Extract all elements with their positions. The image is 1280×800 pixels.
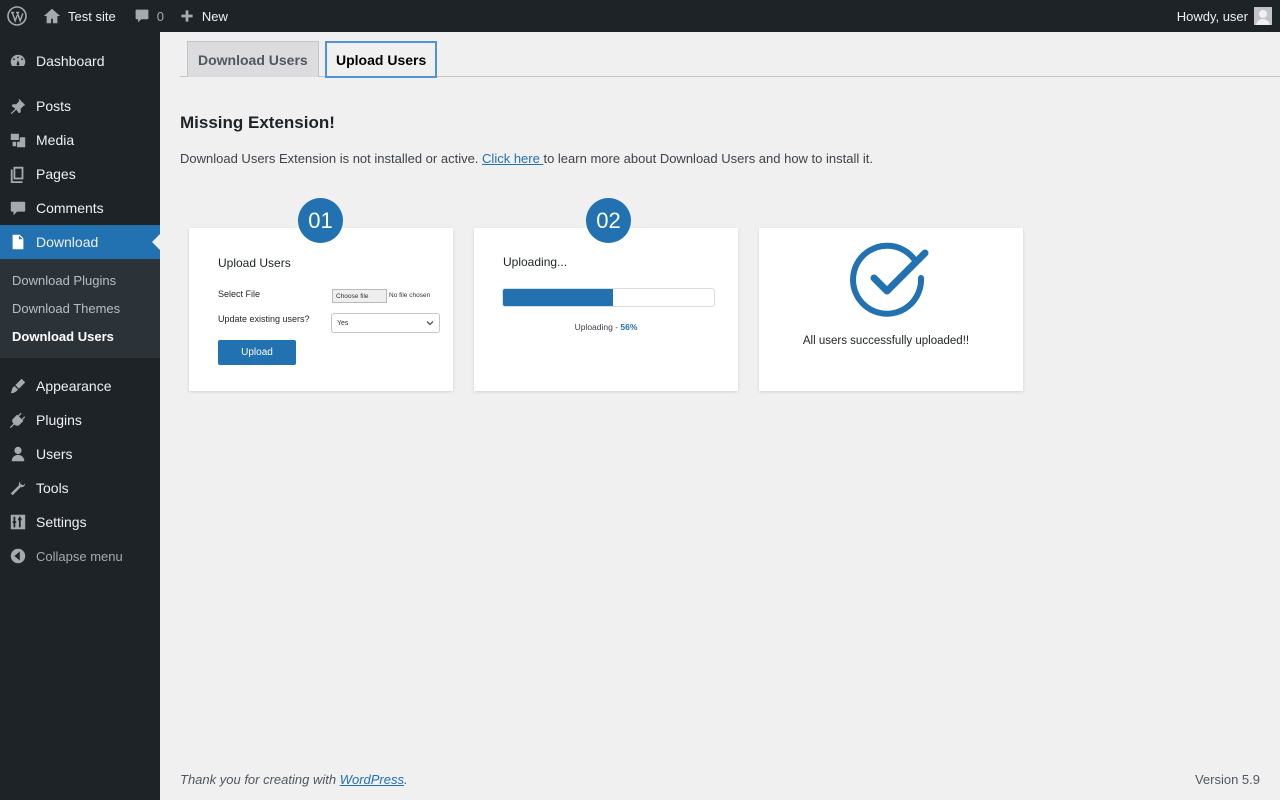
tab-download-users[interactable]: Download Users — [187, 41, 319, 77]
checkmark-circle-icon — [850, 242, 929, 317]
home-icon — [43, 8, 61, 24]
comments-link[interactable]: 0 — [124, 0, 172, 32]
avatar — [1254, 7, 1272, 25]
success-message: All users successfully uploaded!! — [802, 335, 970, 347]
menu-label: Posts — [36, 98, 72, 114]
menu-item-comments[interactable]: Comments — [0, 191, 160, 225]
click-here-link[interactable]: Click here — [482, 151, 543, 166]
notice-text-after: to learn more about Download Users and h… — [543, 151, 873, 166]
plug-icon — [0, 411, 36, 429]
step-card-success: All users successfully uploaded!! — [759, 228, 1023, 391]
tab-upload-users[interactable]: Upload Users — [325, 41, 438, 78]
menu-label: Media — [36, 132, 75, 148]
new-content-link[interactable]: New — [172, 0, 236, 32]
howdy-text: Howdy, user — [1176, 8, 1248, 24]
submenu-download-users[interactable]: Download Users — [0, 322, 160, 350]
menu-label: Users — [36, 446, 73, 462]
submenu-download-plugins[interactable]: Download Plugins — [0, 266, 160, 294]
collapse-label: Collapse menu — [36, 548, 123, 564]
progress-label: Uploading - — [574, 322, 621, 332]
main-content: Download Users Upload Users Missing Exte… — [160, 32, 1280, 800]
menu-label: Dashboard — [36, 53, 105, 69]
menu-label: Download — [36, 234, 99, 250]
site-name: Test site — [68, 8, 116, 24]
menu-label: Appearance — [36, 378, 112, 394]
select-value: Yes — [337, 319, 349, 327]
media-icon — [0, 131, 36, 149]
page-heading: Missing Extension! — [180, 113, 335, 132]
progress-bar-fill — [503, 289, 613, 306]
plus-icon — [181, 10, 193, 22]
menu-label: Tools — [36, 480, 69, 496]
step-badge-01: 01 — [298, 198, 343, 243]
update-existing-label: Update existing users? — [218, 314, 310, 324]
menu-label: Settings — [36, 514, 87, 530]
new-label: New — [201, 8, 228, 24]
comments-count: 0 — [156, 8, 164, 24]
pages-icon — [0, 165, 36, 183]
settings-icon — [0, 513, 36, 531]
footer-version: Version 5.9 — [1194, 772, 1260, 787]
dashboard-icon — [0, 52, 36, 70]
progress-text: Uploading - 56% — [474, 322, 738, 332]
user-icon — [0, 445, 36, 463]
notice-text: Download Users Extension is not installe… — [180, 151, 483, 166]
extension-notice: Download Users Extension is not installe… — [180, 151, 873, 166]
wrench-icon — [0, 479, 36, 497]
menu-item-settings[interactable]: Settings — [0, 505, 160, 539]
brush-icon — [0, 377, 36, 395]
download-icon — [0, 233, 36, 251]
progress-value: 56% — [620, 322, 638, 332]
comment-bubble-icon — [135, 9, 149, 23]
menu-item-tools[interactable]: Tools — [0, 471, 160, 505]
pin-icon — [0, 97, 36, 115]
footer-period: . — [404, 772, 408, 787]
menu-item-download[interactable]: Download — [0, 225, 160, 259]
menu-item-dashboard[interactable]: Dashboard — [0, 44, 160, 78]
my-account-link[interactable]: Howdy, user — [1169, 0, 1280, 32]
chevron-down-icon — [426, 321, 434, 326]
nav-tabs: Download Users Upload Users — [180, 41, 1280, 78]
no-file-text: No file chosen — [389, 292, 431, 299]
collapse-icon — [0, 547, 36, 565]
menu-label: Plugins — [36, 412, 82, 428]
card-title: Uploading... — [503, 255, 568, 269]
footer-thanks: Thank you for creating with WordPress. — [180, 772, 408, 787]
menu-item-appearance[interactable]: Appearance — [0, 369, 160, 403]
menu-item-media[interactable]: Media — [0, 123, 160, 157]
menu-label: Comments — [36, 200, 104, 216]
wordpress-logo-icon[interactable] — [0, 0, 35, 32]
wordpress-link[interactable]: WordPress — [340, 772, 404, 787]
download-submenu: Download Plugins Download Themes Downloa… — [0, 259, 160, 358]
upload-button: Upload — [218, 340, 296, 365]
comment-icon — [0, 199, 36, 217]
step-badge-02: 02 — [586, 198, 631, 243]
collapse-menu-button[interactable]: Collapse menu — [0, 539, 160, 573]
footer-thanks-text: Thank you for creating with — [180, 772, 340, 787]
select-file-label: Select File — [218, 289, 261, 299]
update-existing-select: Yes — [331, 313, 440, 333]
choose-file-button: Choose file — [332, 289, 387, 303]
menu-item-posts[interactable]: Posts — [0, 89, 160, 123]
admin-sidebar: Dashboard Posts Media Pages Comments Dow… — [0, 32, 160, 800]
progress-bar — [502, 288, 715, 307]
submenu-download-themes[interactable]: Download Themes — [0, 294, 160, 322]
step-card-uploading: Uploading... Uploading - 56% — [474, 228, 738, 391]
card-title: Upload Users — [218, 256, 291, 270]
admin-bar: Test site 0 New Howdy, user — [0, 0, 1280, 32]
site-name-link[interactable]: Test site — [35, 0, 124, 32]
menu-item-pages[interactable]: Pages — [0, 157, 160, 191]
menu-item-plugins[interactable]: Plugins — [0, 403, 160, 437]
step-card-upload-form: Upload Users Select File Choose file No … — [189, 228, 453, 391]
menu-label: Pages — [36, 166, 76, 182]
menu-item-users[interactable]: Users — [0, 437, 160, 471]
